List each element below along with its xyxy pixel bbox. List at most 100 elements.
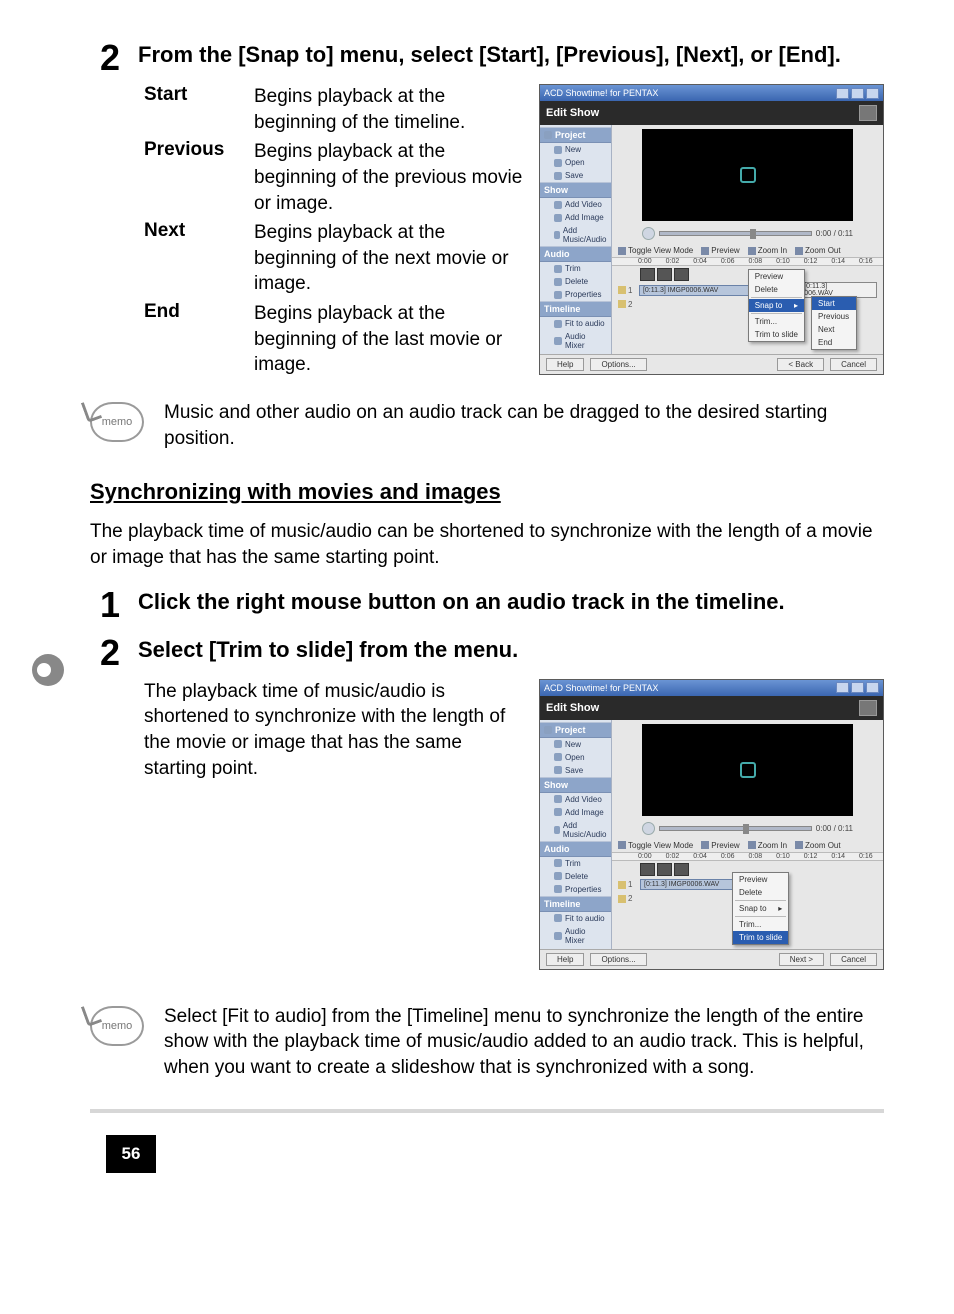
sidebar-item-fit-audio[interactable]: Fit to audio	[540, 912, 611, 925]
zoom-out-icon	[795, 247, 803, 255]
cancel-button[interactable]: Cancel	[830, 358, 877, 371]
zoom-in-button[interactable]: Zoom In	[748, 246, 787, 255]
progress-slider[interactable]	[659, 231, 812, 236]
sidebar-section-timeline[interactable]: Timeline	[540, 301, 611, 317]
sidebar-item-add-image[interactable]: Add Image	[540, 806, 611, 819]
zoom-out-button[interactable]: Zoom Out	[795, 246, 841, 255]
zoom-out-button[interactable]: Zoom Out	[795, 841, 841, 850]
play-button[interactable]	[642, 227, 655, 240]
speaker-icon	[618, 300, 626, 308]
options-button[interactable]: Options...	[590, 953, 646, 966]
sidebar-item-add-video[interactable]: Add Video	[540, 793, 611, 806]
sidebar-item-add-audio[interactable]: Add Music/Audio	[540, 224, 611, 246]
sidebar-section-audio[interactable]: Audio	[540, 841, 611, 857]
help-button[interactable]: Help	[546, 953, 584, 966]
mixer-icon	[554, 932, 562, 940]
step-title: Select [Trim to slide] from the menu.	[138, 635, 518, 671]
ctx-trim[interactable]: Trim...	[749, 315, 804, 328]
props-icon	[554, 291, 562, 299]
sidebar-item-trim[interactable]: Trim	[540, 857, 611, 870]
ctx-delete[interactable]: Delete	[733, 886, 788, 899]
audio-icon	[554, 826, 560, 834]
video-icon	[554, 201, 562, 209]
sidebar-item-save[interactable]: Save	[540, 169, 611, 182]
sidebar-item-properties[interactable]: Properties	[540, 883, 611, 896]
snap-to-submenu[interactable]: Start Previous Next End	[811, 296, 857, 350]
mode-icon[interactable]	[859, 105, 877, 121]
ctx-trim-to-slide[interactable]: Trim to slide	[733, 931, 788, 944]
timeline-ruler: 0:000:020:040:060:080:100:120:140:16	[612, 257, 883, 266]
sidebar-item-audio-mixer[interactable]: Audio Mixer	[540, 925, 611, 947]
mode-icon[interactable]	[859, 700, 877, 716]
def-desc-previous: Begins playback at the beginning of the …	[254, 139, 527, 216]
back-button[interactable]: < Back	[777, 358, 824, 371]
snap-start[interactable]: Start	[812, 297, 856, 310]
sidebar-item-add-video[interactable]: Add Video	[540, 198, 611, 211]
ctx-preview[interactable]: Preview	[733, 873, 788, 886]
window-buttons[interactable]	[836, 682, 879, 693]
image-icon	[554, 808, 562, 816]
audio-track-2-label: 2	[618, 300, 636, 309]
maximize-icon[interactable]	[851, 682, 864, 693]
sidebar-item-open[interactable]: Open	[540, 751, 611, 764]
sidebar-section-timeline[interactable]: Timeline	[540, 896, 611, 912]
ctx-delete[interactable]: Delete	[749, 283, 804, 296]
snap-previous[interactable]: Previous	[812, 310, 856, 323]
sidebar-item-delete[interactable]: Delete	[540, 870, 611, 883]
progress-slider[interactable]	[659, 826, 812, 831]
def-term-end: End	[144, 301, 254, 378]
sidebar-item-add-image[interactable]: Add Image	[540, 211, 611, 224]
sidebar-item-fit-audio[interactable]: Fit to audio	[540, 317, 611, 330]
preview-icon	[701, 841, 709, 849]
preview-pane	[642, 129, 853, 221]
cancel-button[interactable]: Cancel	[830, 953, 877, 966]
speaker-icon	[618, 286, 626, 294]
ctx-snap-to[interactable]: Snap to▸	[749, 299, 804, 312]
options-button[interactable]: Options...	[590, 358, 646, 371]
ctx-preview[interactable]: Preview	[749, 270, 804, 283]
preview-icon	[701, 247, 709, 255]
sidebar-section-show[interactable]: Show	[540, 777, 611, 793]
minimize-icon[interactable]	[836, 682, 849, 693]
minimize-icon[interactable]	[836, 88, 849, 99]
sidebar-item-properties[interactable]: Properties	[540, 288, 611, 301]
close-icon[interactable]	[866, 682, 879, 693]
context-menu[interactable]: Preview Delete Snap to▸ Trim... Trim to …	[748, 269, 805, 342]
sidebar-item-trim[interactable]: Trim	[540, 262, 611, 275]
context-menu[interactable]: Preview Delete Snap to▸ Trim... Trim to …	[732, 872, 789, 945]
zoom-in-button[interactable]: Zoom In	[748, 841, 787, 850]
sidebar-section-project[interactable]: Project	[540, 722, 611, 738]
new-icon	[554, 146, 562, 154]
sidebar-item-open[interactable]: Open	[540, 156, 611, 169]
sidebar-item-audio-mixer[interactable]: Audio Mixer	[540, 330, 611, 352]
memo-text: Select [Fit to audio] from the [Timeline…	[164, 1004, 884, 1081]
preview-button[interactable]: Preview	[701, 246, 739, 255]
play-button[interactable]	[642, 822, 655, 835]
sidebar-item-new[interactable]: New	[540, 738, 611, 751]
close-icon[interactable]	[866, 88, 879, 99]
sidebar-item-new[interactable]: New	[540, 143, 611, 156]
sidebar-item-save[interactable]: Save	[540, 764, 611, 777]
section-heading: Synchronizing with movies and images	[90, 479, 884, 505]
step-number: 2	[90, 635, 120, 671]
help-button[interactable]: Help	[546, 358, 584, 371]
ctx-trim[interactable]: Trim...	[733, 918, 788, 931]
sidebar-item-delete[interactable]: Delete	[540, 275, 611, 288]
next-button[interactable]: Next >	[779, 953, 824, 966]
sidebar-item-add-audio[interactable]: Add Music/Audio	[540, 819, 611, 841]
snap-end[interactable]: End	[812, 336, 856, 349]
sidebar-section-show[interactable]: Show	[540, 182, 611, 198]
preview-button[interactable]: Preview	[701, 841, 739, 850]
ctx-trim-to-slide[interactable]: Trim to slide	[749, 328, 804, 341]
window-buttons[interactable]	[836, 88, 879, 99]
sidebar-section-project[interactable]: Project	[540, 127, 611, 143]
toggle-view-button[interactable]: Toggle View Mode	[618, 246, 693, 255]
toggle-view-button[interactable]: Toggle View Mode	[618, 841, 693, 850]
bullet-marker-icon	[30, 652, 66, 688]
snap-next[interactable]: Next	[812, 323, 856, 336]
step-title: Click the right mouse button on an audio…	[138, 587, 785, 623]
sidebar: Project New Open Save Show Add Video Add…	[540, 720, 612, 949]
maximize-icon[interactable]	[851, 88, 864, 99]
sidebar-section-audio[interactable]: Audio	[540, 246, 611, 262]
ctx-snap-to[interactable]: Snap to▸	[733, 902, 788, 915]
